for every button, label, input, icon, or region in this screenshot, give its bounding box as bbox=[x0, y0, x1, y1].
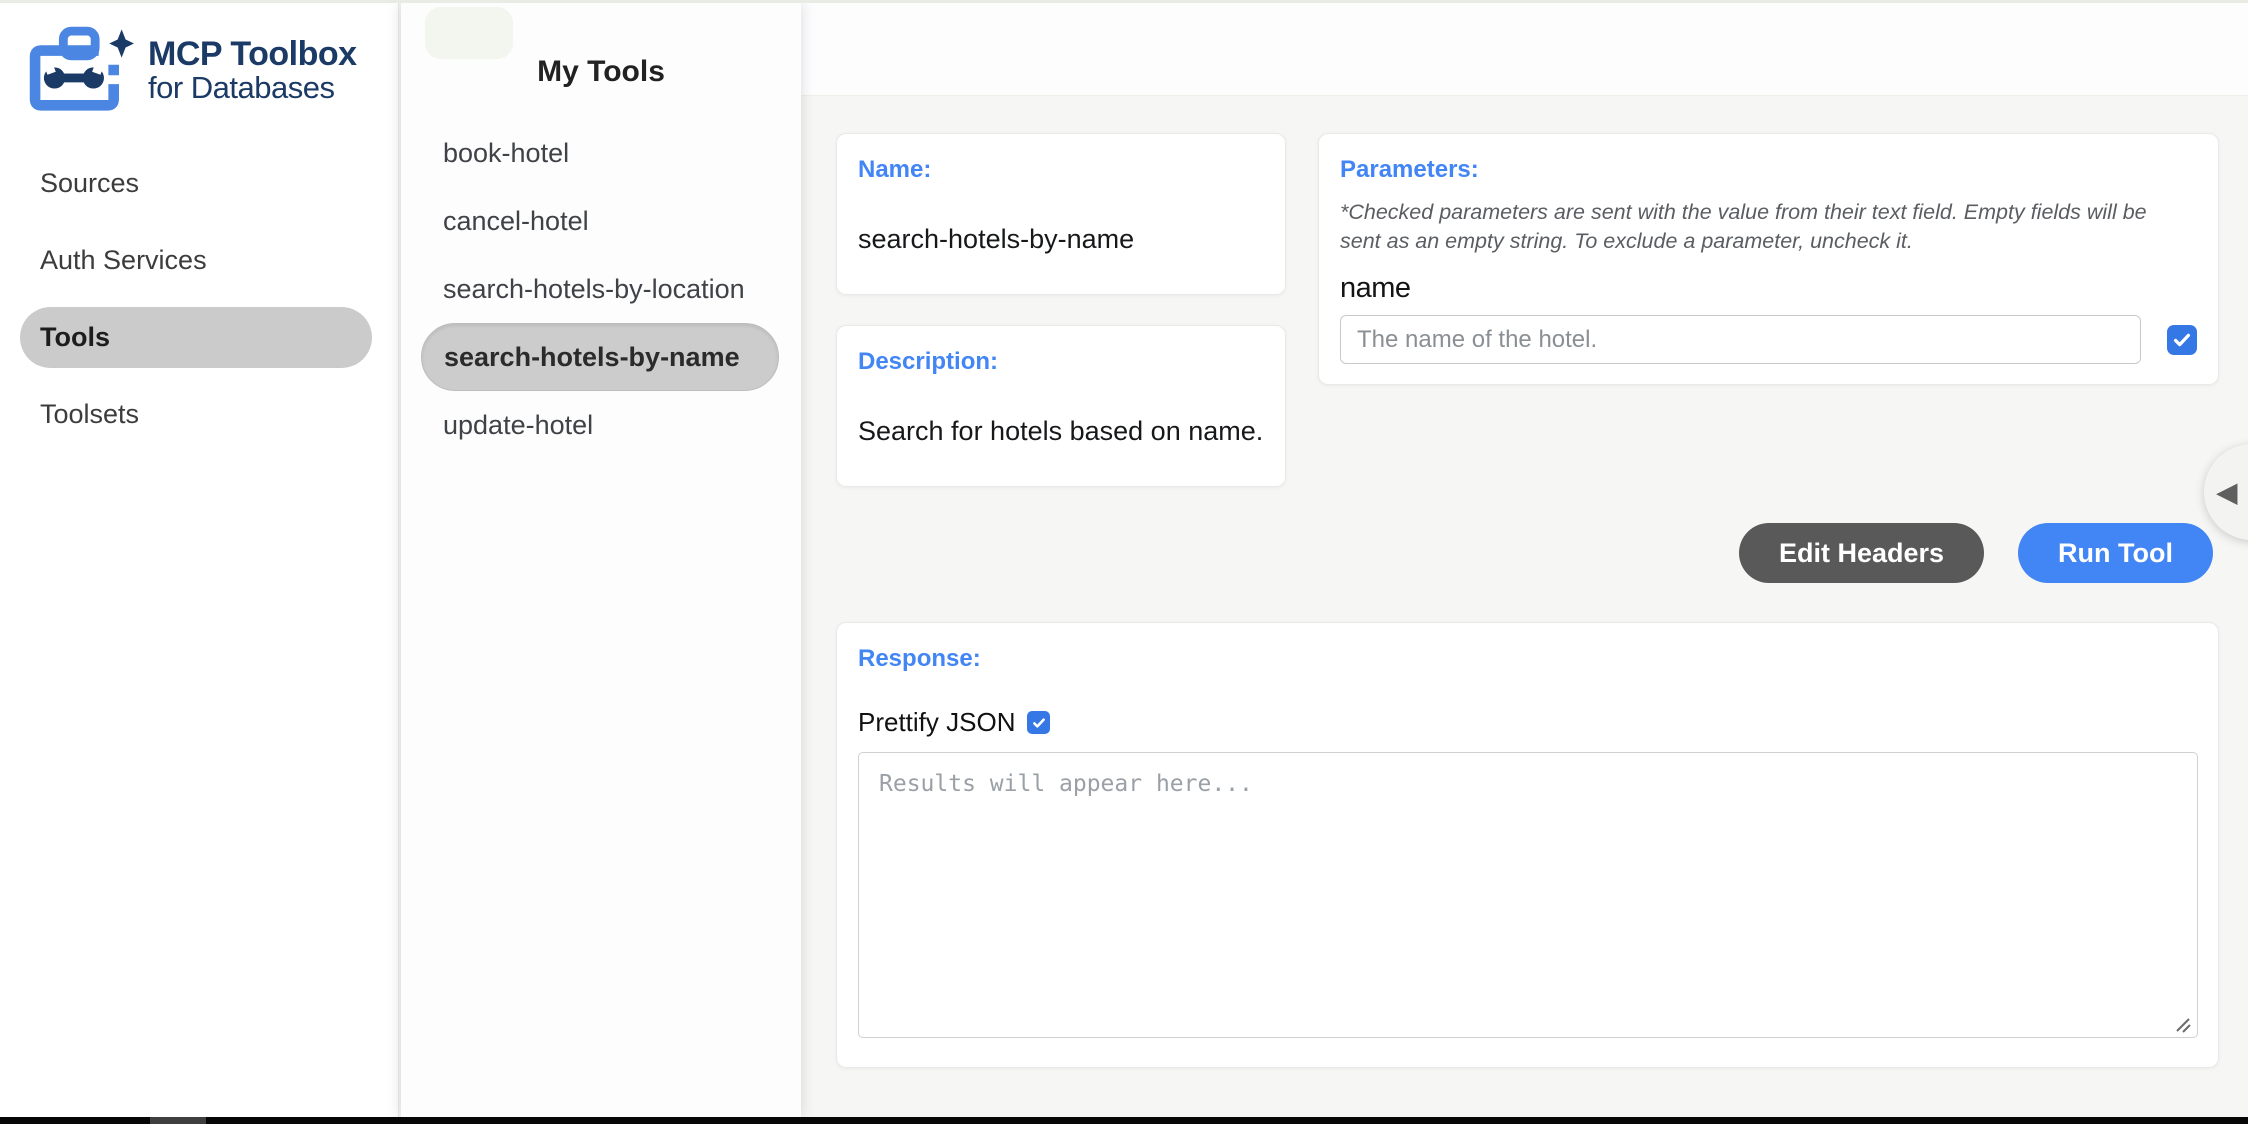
parameters-card: Parameters: *Checked parameters are sent… bbox=[1318, 133, 2219, 385]
sidebar-item-tools[interactable]: Tools bbox=[20, 307, 372, 368]
sidebar-item-sources[interactable]: Sources bbox=[20, 153, 372, 214]
parameters-label: Parameters: bbox=[1340, 156, 2197, 184]
checkmark-icon bbox=[2171, 329, 2193, 351]
toolbox-logo-icon bbox=[28, 23, 134, 117]
tool-list-item-cancel-hotel[interactable]: cancel-hotel bbox=[401, 187, 801, 255]
prettify-json-label: Prettify JSON bbox=[858, 707, 1015, 738]
sparkle-glyph bbox=[109, 29, 134, 57]
panel-top-highlight bbox=[425, 7, 513, 59]
bottom-scrollbar-track[interactable] bbox=[0, 1117, 2248, 1124]
response-output-textarea[interactable] bbox=[858, 752, 2198, 1038]
wrench-glyph bbox=[44, 63, 104, 88]
name-label: Name: bbox=[858, 156, 1264, 184]
parameter-name-label: name bbox=[1340, 272, 2197, 305]
tool-list-item-update-hotel[interactable]: update-hotel bbox=[401, 391, 801, 459]
tool-list-item-search-hotels-by-location[interactable]: search-hotels-by-location bbox=[401, 255, 801, 323]
sidebar-item-toolsets[interactable]: Toolsets bbox=[20, 384, 372, 445]
logo-title: MCP Toolbox bbox=[148, 36, 357, 72]
sidebar: MCP Toolbox for Databases Sources Auth Se… bbox=[0, 3, 399, 1117]
response-label: Response: bbox=[858, 645, 2197, 673]
bottom-scrollbar-thumb[interactable] bbox=[150, 1117, 206, 1124]
window-top-edge bbox=[0, 0, 2248, 3]
edit-headers-button[interactable]: Edit Headers bbox=[1739, 523, 1984, 583]
parameters-note: *Checked parameters are sent with the va… bbox=[1340, 198, 2170, 256]
description-label: Description: bbox=[858, 348, 1264, 376]
tool-detail-view: Name: search-hotels-by-name Description:… bbox=[801, 3, 2248, 1117]
app-logo: MCP Toolbox for Databases bbox=[0, 3, 398, 117]
chevron-left-icon: ◀ bbox=[2216, 476, 2238, 509]
description-value: Search for hotels based on name. bbox=[858, 416, 1264, 447]
sidebar-item-auth-services[interactable]: Auth Services bbox=[20, 230, 372, 291]
action-buttons-row: Edit Headers Run Tool bbox=[801, 523, 2213, 583]
parameter-name-input[interactable] bbox=[1340, 315, 2141, 364]
name-card: Name: search-hotels-by-name bbox=[836, 133, 1286, 295]
tool-list-item-search-hotels-by-name[interactable]: search-hotels-by-name bbox=[421, 323, 779, 391]
tool-list-item-book-hotel[interactable]: book-hotel bbox=[401, 119, 801, 187]
prettify-json-checkbox[interactable] bbox=[1027, 711, 1050, 734]
parameter-include-checkbox[interactable] bbox=[2167, 325, 2197, 355]
checkmark-icon bbox=[1031, 715, 1047, 731]
tools-panel: My Tools book-hotelcancel-hotelsearch-ho… bbox=[401, 3, 801, 1117]
tools-list: book-hotelcancel-hotelsearch-hotels-by-l… bbox=[401, 119, 801, 459]
run-tool-button[interactable]: Run Tool bbox=[2018, 523, 2213, 583]
main-header-strip bbox=[801, 3, 2248, 96]
sidebar-nav: Sources Auth Services Tools Toolsets bbox=[0, 153, 398, 461]
tools-panel-title: My Tools bbox=[401, 55, 801, 89]
logo-subtitle: for Databases bbox=[148, 72, 357, 105]
response-card: Response: Prettify JSON bbox=[836, 622, 2219, 1068]
description-card: Description: Search for hotels based on … bbox=[836, 325, 1286, 487]
name-value: search-hotels-by-name bbox=[858, 224, 1264, 255]
